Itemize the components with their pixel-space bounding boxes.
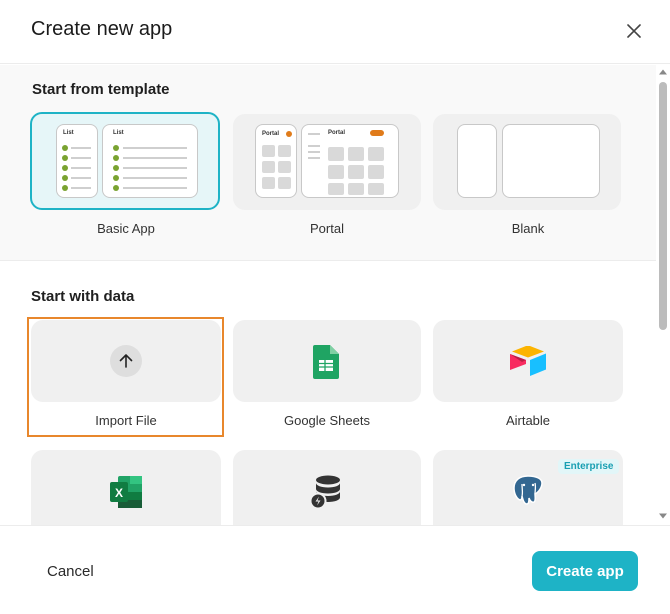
create-app-button[interactable]: Create app	[532, 551, 638, 591]
close-icon[interactable]	[623, 20, 645, 42]
basic-app-preview-list-wide: List	[102, 124, 198, 198]
preview-portal-label: Portal	[262, 131, 280, 137]
portal-preview-narrow: Portal	[255, 124, 297, 198]
enterprise-badge: Enterprise	[558, 459, 620, 474]
data-card-postgresql[interactable]: Enterprise	[433, 450, 623, 525]
database-icon	[309, 475, 340, 510]
template-card-blank[interactable]	[433, 114, 621, 210]
data-card-import-file[interactable]	[31, 320, 221, 402]
svg-text:X: X	[115, 486, 123, 500]
basic-app-preview-list-narrow: List	[56, 124, 98, 198]
google-sheets-icon	[313, 345, 339, 379]
dialog-title: Create new app	[31, 18, 173, 40]
preview-portal-label: Portal	[328, 130, 346, 136]
data-label-import-file: Import File	[95, 413, 157, 428]
template-card-basic-app[interactable]: List List	[30, 112, 220, 210]
blank-preview-wide	[502, 124, 600, 198]
preview-list-label: List	[63, 130, 74, 136]
preview-list-label: List	[113, 130, 124, 136]
data-label-airtable: Airtable	[505, 413, 551, 428]
cancel-button[interactable]: Cancel	[31, 556, 110, 586]
airtable-icon	[510, 346, 546, 376]
data-card-airtable[interactable]	[433, 320, 623, 402]
scroll-up-arrow-icon[interactable]	[658, 68, 668, 76]
template-label-basic-app: Basic App	[97, 221, 155, 236]
portal-preview-wide: Portal	[301, 124, 399, 198]
scroll-down-arrow-icon[interactable]	[658, 512, 668, 520]
template-section: Start from template List List Basic App	[0, 65, 656, 261]
data-section-heading: Start with data	[31, 288, 135, 305]
template-card-portal[interactable]: Portal Portal	[233, 114, 421, 210]
template-label-portal: Portal	[310, 221, 344, 236]
data-card-database[interactable]	[233, 450, 421, 525]
dialog-body: Start from template List List Basic App	[0, 65, 670, 525]
scrollbar-thumb[interactable]	[659, 82, 667, 330]
upload-arrow-icon	[119, 354, 133, 368]
data-label-google-sheets: Google Sheets	[283, 413, 370, 428]
dialog-footer: Cancel Create app	[0, 525, 670, 614]
template-label-blank: Blank	[511, 221, 545, 236]
dialog-header: Create new app	[0, 0, 670, 64]
data-card-google-sheets[interactable]	[233, 320, 421, 402]
data-card-excel[interactable]: X	[31, 450, 221, 525]
template-section-heading: Start from template	[32, 81, 170, 98]
blank-preview-narrow	[457, 124, 497, 198]
excel-icon: X	[110, 476, 142, 508]
postgresql-icon	[513, 475, 543, 505]
